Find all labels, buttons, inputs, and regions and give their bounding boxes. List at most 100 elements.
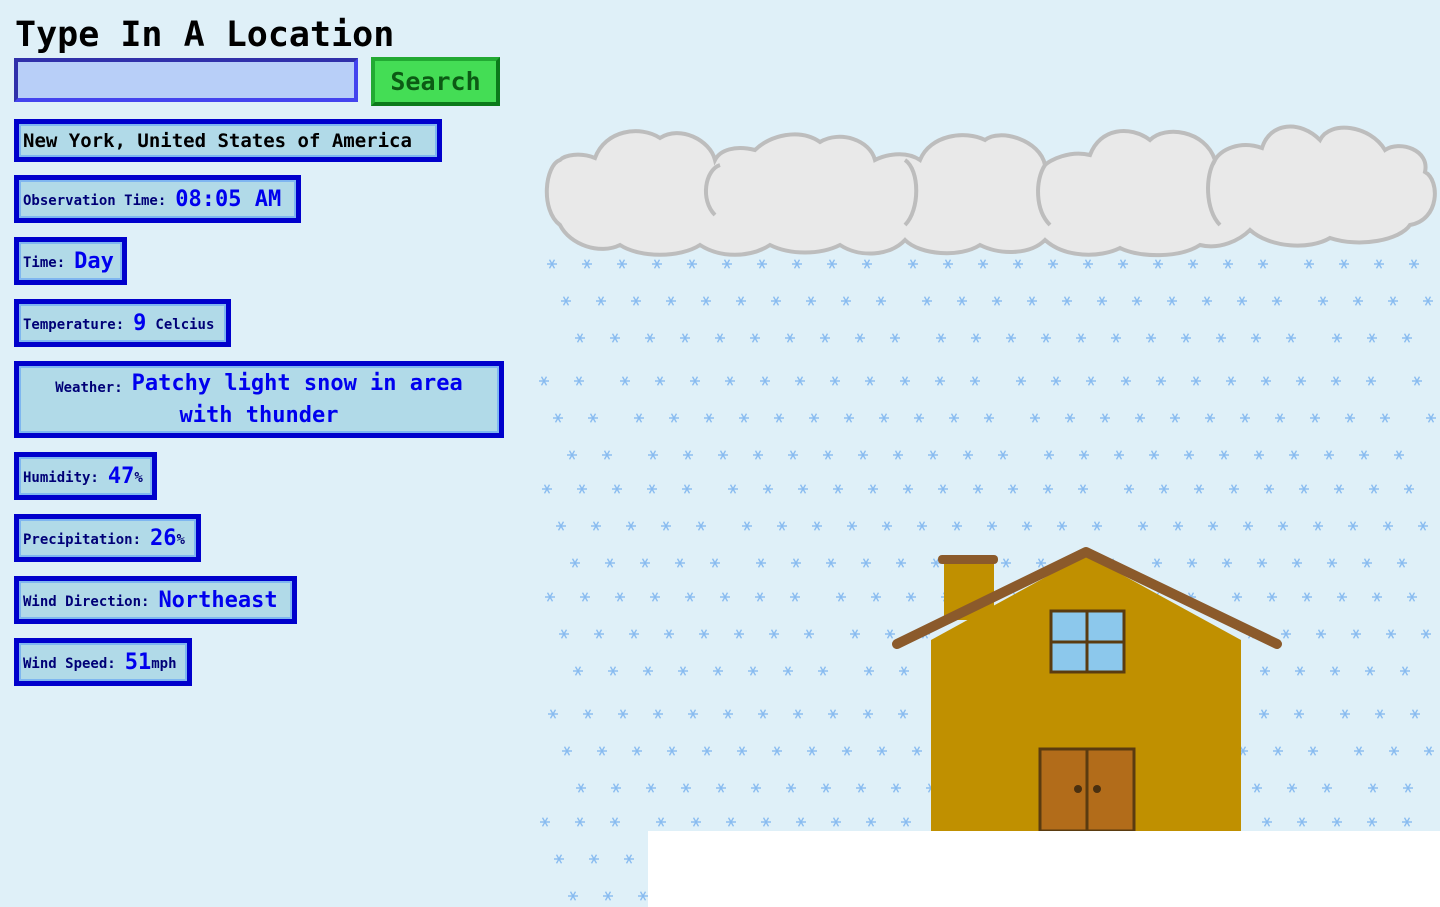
- snowflake-icon: [562, 746, 572, 756]
- snowflake-icon: [1368, 783, 1378, 793]
- snowflake-icon: [971, 333, 981, 343]
- snowflake-icon: [615, 592, 625, 602]
- precipitation-value: 26: [150, 525, 177, 551]
- snowflake-icon: [1367, 333, 1377, 343]
- snowflake-icon: [1423, 296, 1433, 306]
- snowflake-icon: [786, 783, 796, 793]
- snowflake-icon: [716, 783, 726, 793]
- snowflake-icon: [761, 817, 771, 827]
- snowflake-icon: [1308, 746, 1318, 756]
- snowflake-icon: [842, 746, 852, 756]
- search-input[interactable]: [14, 58, 358, 102]
- snowflake-icon: [899, 666, 909, 676]
- snowflake-icon: [949, 413, 959, 423]
- snowflake-icon: [726, 817, 736, 827]
- snowflake-icon: [1051, 376, 1061, 386]
- snowflake-icon: [742, 521, 752, 531]
- humidity-unit: %: [134, 470, 143, 486]
- snowflake-icon: [1259, 709, 1269, 719]
- snowflake-icon: [793, 709, 803, 719]
- snowflake-icon: [903, 484, 913, 494]
- snowflake-icon: [582, 259, 592, 269]
- snowflake-icon: [1302, 592, 1312, 602]
- snowflake-icon: [713, 666, 723, 676]
- time-of-day-value: Day: [74, 248, 114, 274]
- snowflake-icon: [617, 259, 627, 269]
- snowflake-icon: [772, 746, 782, 756]
- snowflake-icon: [1219, 450, 1229, 460]
- wind-direction-card: Wind Direction: Northeast: [14, 576, 297, 624]
- snowflake-icon: [1079, 450, 1089, 460]
- observation-time-value: 08:05 AM: [175, 186, 282, 212]
- snowflake-icon: [715, 333, 725, 343]
- snowflake-icon: [914, 413, 924, 423]
- search-button[interactable]: Search: [371, 57, 500, 106]
- snowflake-icon: [922, 296, 932, 306]
- snowflake-icon: [1008, 484, 1018, 494]
- snowflake-icon: [678, 666, 688, 676]
- snowflake-icon: [728, 484, 738, 494]
- snowflake-icon: [1424, 746, 1434, 756]
- snowflake-icon: [1237, 296, 1247, 306]
- snowflake-icon: [701, 296, 711, 306]
- snowflake-icon: [1421, 629, 1431, 639]
- snowflake-icon: [554, 854, 564, 864]
- snowflake-icon: [1365, 666, 1375, 676]
- snowflake-icon: [1354, 746, 1364, 756]
- snowflake-icon: [1065, 413, 1075, 423]
- snowflake-icon: [1410, 709, 1420, 719]
- snowflake-icon: [567, 450, 577, 460]
- snowflake-icon: [826, 558, 836, 568]
- snowflake-icon: [823, 450, 833, 460]
- snowflake-icon: [785, 333, 795, 343]
- snowflake-icon: [1223, 259, 1233, 269]
- snowflake-icon: [568, 891, 578, 901]
- snowflake-icon: [626, 521, 636, 531]
- snowflake-icon: [653, 709, 663, 719]
- snowflake-icon: [667, 746, 677, 756]
- snowflake-icon: [1167, 296, 1177, 306]
- snowflake-icon: [890, 333, 900, 343]
- snowflake-icon: [1287, 783, 1297, 793]
- snowflake-icon: [1111, 333, 1121, 343]
- snowflake-icon: [1261, 376, 1271, 386]
- snowflake-icon: [753, 450, 763, 460]
- snowflake-icon: [763, 484, 773, 494]
- snowflake-icon: [691, 817, 701, 827]
- snowflake-icon: [618, 709, 628, 719]
- snowflake-icon: [1191, 376, 1201, 386]
- snowflake-icon: [1216, 333, 1226, 343]
- snowflake-icon: [734, 629, 744, 639]
- snowflake-icon: [828, 709, 838, 719]
- snowflake-icon: [1374, 259, 1384, 269]
- snowflake-icon: [751, 783, 761, 793]
- snowflake-icon: [1324, 450, 1334, 460]
- snowflake-icon: [1027, 296, 1037, 306]
- snowflake-icon: [610, 333, 620, 343]
- snowflake-icon: [756, 558, 766, 568]
- snowflake-icon: [757, 259, 767, 269]
- snowflake-icon: [573, 666, 583, 676]
- snowflake-icon: [547, 259, 557, 269]
- snowflake-icon: [1156, 376, 1166, 386]
- snowflake-icon: [943, 259, 953, 269]
- snowflake-icon: [720, 592, 730, 602]
- snowflake-icon: [702, 746, 712, 756]
- snowflake-icon: [1092, 521, 1102, 531]
- snowflake-icon: [957, 296, 967, 306]
- snowflake-icon: [987, 521, 997, 531]
- snowflake-icon: [1286, 333, 1296, 343]
- window: [1049, 609, 1126, 674]
- snowflake-icon: [669, 413, 679, 423]
- snowflake-icon: [1418, 521, 1428, 531]
- snowflake-icon: [1331, 376, 1341, 386]
- snowflake-icon: [900, 376, 910, 386]
- snowflake-icon: [1388, 296, 1398, 306]
- temperature-unit: Celcius: [155, 317, 215, 333]
- snowflake-icon: [864, 666, 874, 676]
- snowflake-icon: [681, 783, 691, 793]
- snowflake-icon: [820, 333, 830, 343]
- snowflake-icon: [1383, 521, 1393, 531]
- snowflake-icon: [1114, 450, 1124, 460]
- snowflake-icon: [1367, 817, 1377, 827]
